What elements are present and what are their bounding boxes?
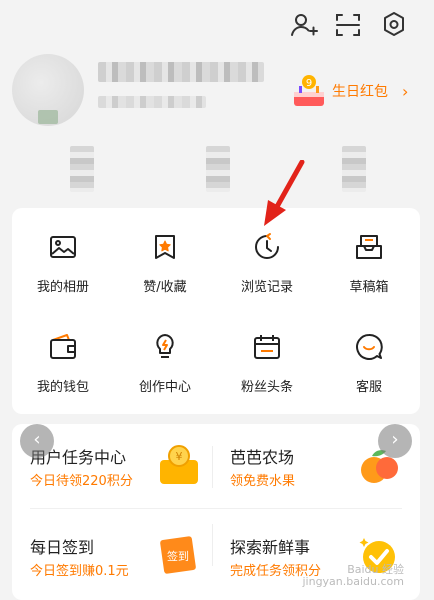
carousel-next-button[interactable]: ›: [378, 424, 412, 458]
birthday-cake-icon: 9: [294, 75, 324, 106]
svg-text:¥: ¥: [176, 450, 183, 463]
avatar[interactable]: [12, 54, 84, 126]
settings-icon[interactable]: [379, 10, 409, 40]
blurred-stat: [342, 146, 366, 192]
menu-item-label: 草稿箱: [349, 280, 389, 295]
wallet-icon: [50, 334, 76, 359]
task-subtitle: 今日签到赚0.1元: [30, 564, 129, 579]
task-title: 探索新鲜事: [230, 538, 311, 557]
blurred-user-info: [98, 96, 206, 108]
menu-item-album[interactable]: 我的相册: [12, 208, 114, 308]
coin-box-icon: ¥: [160, 445, 198, 484]
menu-item-wallet[interactable]: 我的钱包: [12, 308, 114, 408]
menu-item-label: 客服: [355, 380, 382, 395]
svg-text:9: 9: [306, 78, 312, 89]
task-title: 每日签到: [30, 538, 95, 557]
red-arrow-annotation: [264, 160, 305, 226]
menu-item-label: 浏览记录: [240, 280, 293, 295]
idea-icon: [156, 334, 174, 358]
scan-icon[interactable]: [333, 10, 363, 40]
birthday-red-packet[interactable]: 9 生日红包 ›: [290, 72, 408, 110]
menu-item-label: 粉丝头条: [240, 380, 293, 395]
menu-item-label: 我的相册: [36, 280, 89, 295]
menu-item-fan-headlines[interactable]: 粉丝头条: [216, 308, 318, 408]
menu-item-label: 创作中心: [138, 380, 191, 395]
feature-menu-card: 我的相册 赞/收藏 浏览记录 草稿箱 我的钱包 创作中心 粉丝头条 客服: [12, 208, 420, 414]
watermark-line-2: jingyan.baidu.com: [302, 575, 404, 588]
menu-item-label: 赞/收藏: [143, 280, 187, 295]
top-bar: [0, 0, 434, 52]
favorite-icon: [155, 235, 175, 259]
calendar-icon: [254, 335, 280, 359]
history-icon: [255, 233, 279, 259]
task-subtitle: 领免费水果: [230, 474, 296, 489]
checkin-stamp-icon: 签到: [160, 536, 196, 574]
album-icon: [50, 236, 76, 258]
checkin-stamp-text: 签到: [167, 549, 189, 563]
task-daily-checkin[interactable]: 每日签到 今日签到赚0.1元 签到: [12, 514, 212, 594]
menu-item-customer-service[interactable]: 客服: [318, 308, 420, 408]
task-title: 芭芭农场: [230, 448, 295, 467]
chevron-right-icon: ›: [402, 81, 409, 101]
menu-item-creator-center[interactable]: 创作中心: [114, 308, 216, 408]
menu-item-drafts[interactable]: 草稿箱: [318, 208, 420, 308]
blurred-stat: [206, 146, 230, 192]
blurred-username: [98, 62, 264, 82]
menu-item-label: 我的钱包: [36, 380, 89, 395]
support-icon: [356, 333, 383, 360]
drafts-icon: [356, 235, 382, 259]
add-user-icon[interactable]: [288, 10, 318, 40]
blurred-stat: [70, 146, 94, 192]
carousel-prev-button[interactable]: ‹: [20, 424, 54, 458]
watermark: Baidu 经验 jingyan.baidu.com: [302, 564, 404, 588]
birthday-label: 生日红包: [332, 84, 388, 100]
task-subtitle: 今日待领220积分: [30, 474, 133, 489]
menu-item-favorites[interactable]: 赞/收藏: [114, 208, 216, 308]
